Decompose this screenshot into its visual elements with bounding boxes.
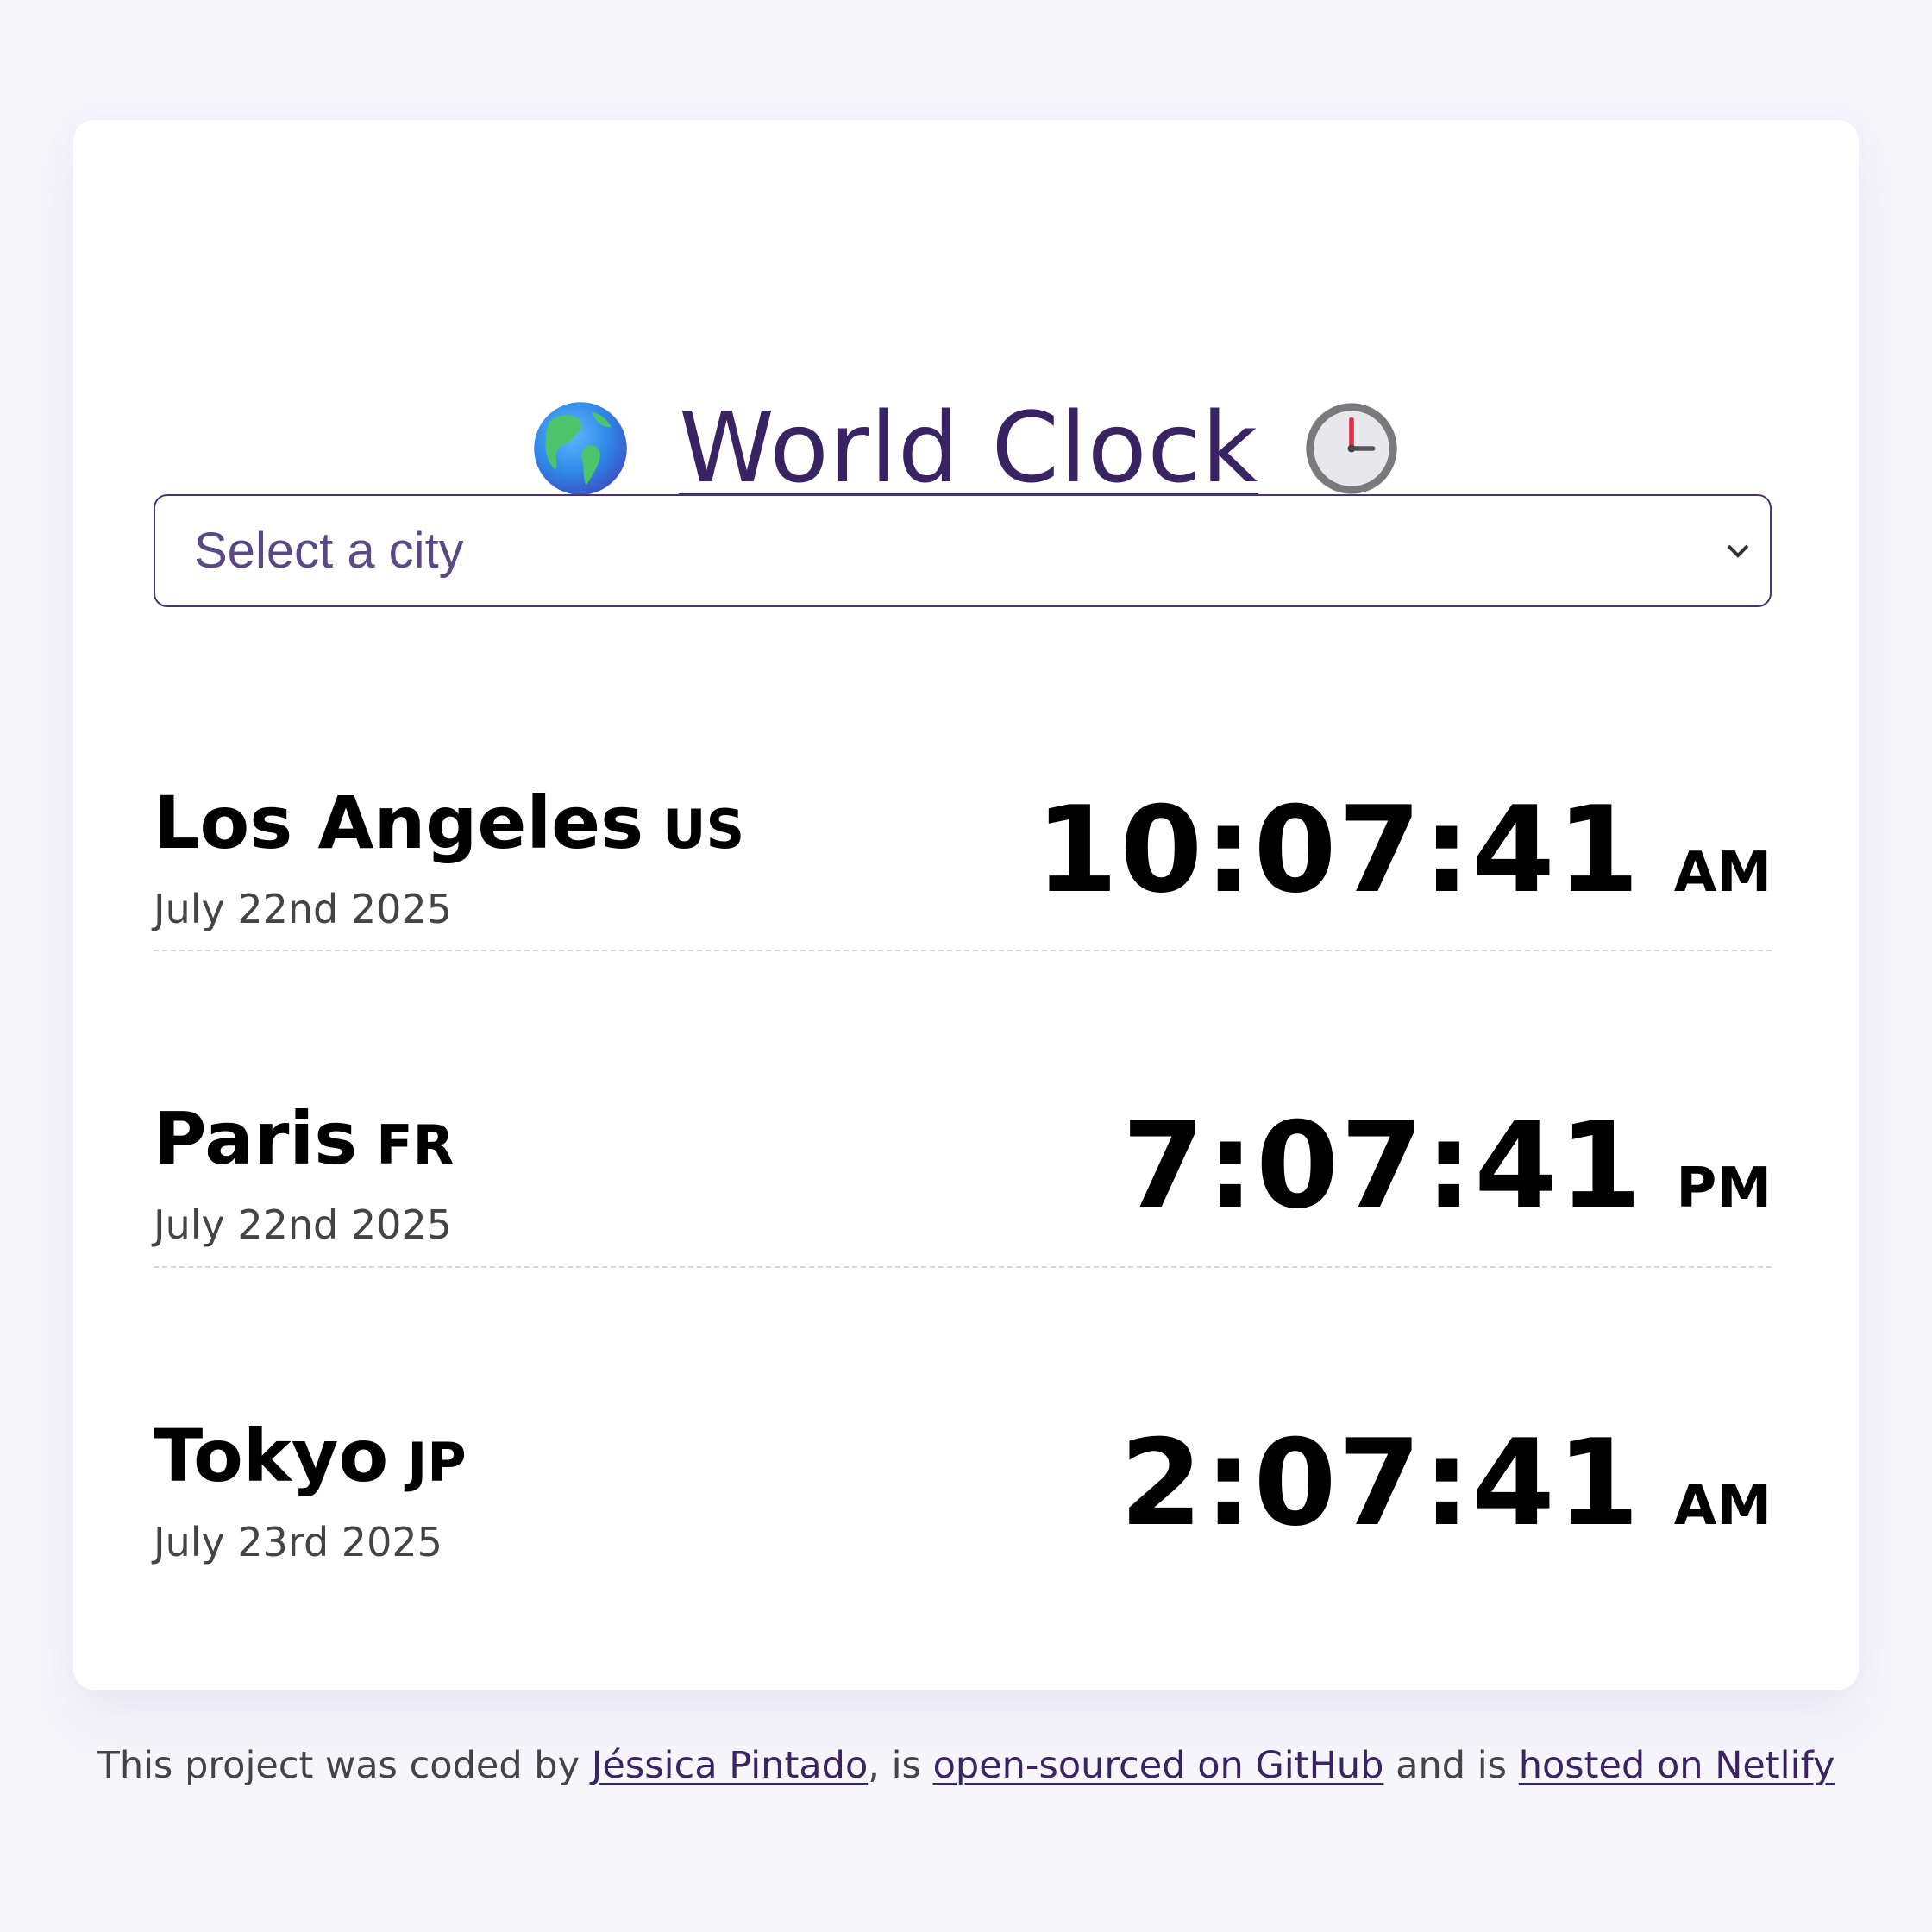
country-code: FR [376, 1113, 455, 1176]
city-name-text: Los Angeles [154, 781, 644, 865]
clock-icon [1303, 400, 1400, 497]
city-name: Paris FR [154, 1096, 454, 1181]
city-time: 7:07:41 PM [1122, 1096, 1772, 1235]
row-divider [154, 950, 1772, 951]
row-divider [154, 1266, 1772, 1268]
country-code: JP [407, 1431, 467, 1494]
city-row: Los Angeles US July 22nd 2025 10:07:41 AM [154, 781, 1772, 1039]
am-pm-label: PM [1676, 1157, 1772, 1220]
city-time: 2:07:41 AM [1120, 1414, 1772, 1552]
city-name: Los Angeles US [154, 781, 744, 865]
city-time: 10:07:41 AM [1035, 781, 1772, 919]
city-date: July 22nd 2025 [154, 1201, 452, 1248]
world-clock-card: World Clock Select a city Los Angeles US … [73, 120, 1859, 1690]
time-value: 7:07:41 [1121, 1096, 1644, 1235]
netlify-link[interactable]: hosted on Netlify [1519, 1744, 1835, 1787]
city-name-text: Tokyo [154, 1414, 389, 1498]
footer-text: This project was coded by [97, 1744, 592, 1787]
city-name-text: Paris [154, 1096, 358, 1181]
footer: This project was coded by Jéssica Pintad… [0, 1744, 1932, 1787]
footer-text: , is [868, 1744, 933, 1787]
city-row: Tokyo JP July 23rd 2025 2:07:41 AM [154, 1414, 1772, 1672]
time-value: 10:07:41 [1035, 781, 1641, 919]
am-pm-label: AM [1673, 1474, 1772, 1538]
city-select[interactable]: Select a city [154, 494, 1772, 607]
city-name: Tokyo JP [154, 1414, 467, 1498]
city-date: July 22nd 2025 [154, 886, 452, 932]
time-value: 2:07:41 [1120, 1414, 1641, 1552]
footer-text: and is [1383, 1744, 1519, 1787]
am-pm-label: AM [1673, 841, 1772, 905]
title-row: World Clock [73, 392, 1859, 505]
github-link[interactable]: open-sourced on GitHub [933, 1744, 1384, 1787]
chevron-down-icon [1727, 544, 1749, 558]
country-code: US [662, 798, 745, 861]
app-title-link[interactable]: World Clock [679, 392, 1258, 505]
city-row: Paris FR July 22nd 2025 7:07:41 PM [154, 1096, 1772, 1355]
globe-icon [532, 400, 629, 497]
city-select-placeholder: Select a city [194, 523, 464, 579]
author-link[interactable]: Jéssica Pintado [592, 1744, 869, 1787]
city-date: July 23rd 2025 [154, 1519, 442, 1565]
